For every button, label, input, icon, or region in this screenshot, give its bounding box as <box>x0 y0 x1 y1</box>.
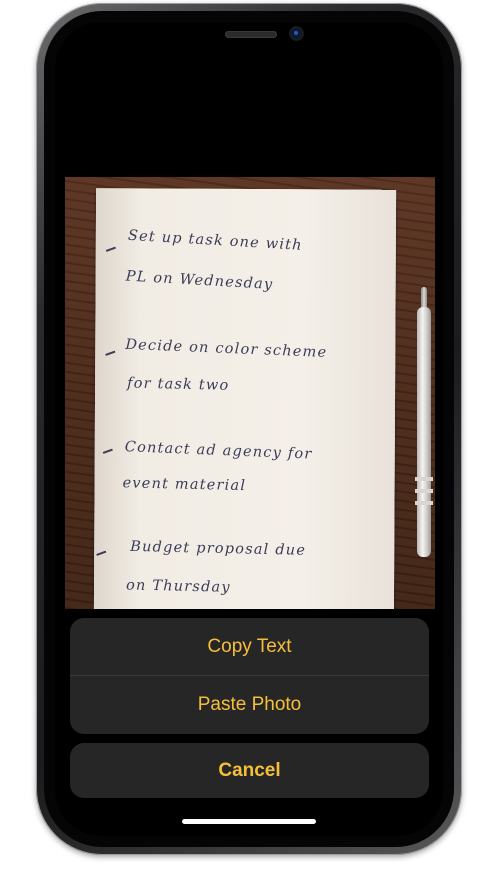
copy-text-button[interactable]: Copy Text <box>70 618 429 675</box>
phone-screen: Set up task one with PL on Wednesday Dec… <box>55 22 443 836</box>
note-line: Contact ad agency for <box>124 439 313 463</box>
bullet-dash <box>105 350 116 356</box>
bullet-dash <box>96 550 107 556</box>
note-line: Budget proposal due <box>130 538 307 559</box>
action-sheet: Copy Text Paste Photo <box>70 618 429 734</box>
home-indicator[interactable] <box>182 819 316 824</box>
pen-band <box>415 501 433 505</box>
front-camera-icon <box>291 28 302 39</box>
pen-band <box>415 489 433 493</box>
bullet-dash <box>102 448 113 454</box>
note-line: for task two <box>126 375 230 394</box>
note-line: on Thursday <box>125 577 231 596</box>
pen <box>417 307 431 557</box>
note-line: Set up task one with <box>127 227 304 254</box>
note-line: PL on Wednesday <box>125 268 274 293</box>
paste-photo-button[interactable]: Paste Photo <box>70 676 429 733</box>
cancel-button[interactable]: Cancel <box>70 743 429 798</box>
pen-band <box>415 477 433 481</box>
captured-photo: Set up task one with PL on Wednesday Dec… <box>65 177 435 609</box>
handwritten-note-paper: Set up task one with PL on Wednesday Dec… <box>93 188 397 609</box>
earpiece-speaker <box>225 31 277 38</box>
bullet-dash <box>105 246 116 252</box>
note-line: event material <box>122 475 247 495</box>
note-line: Decide on color scheme <box>125 336 328 361</box>
